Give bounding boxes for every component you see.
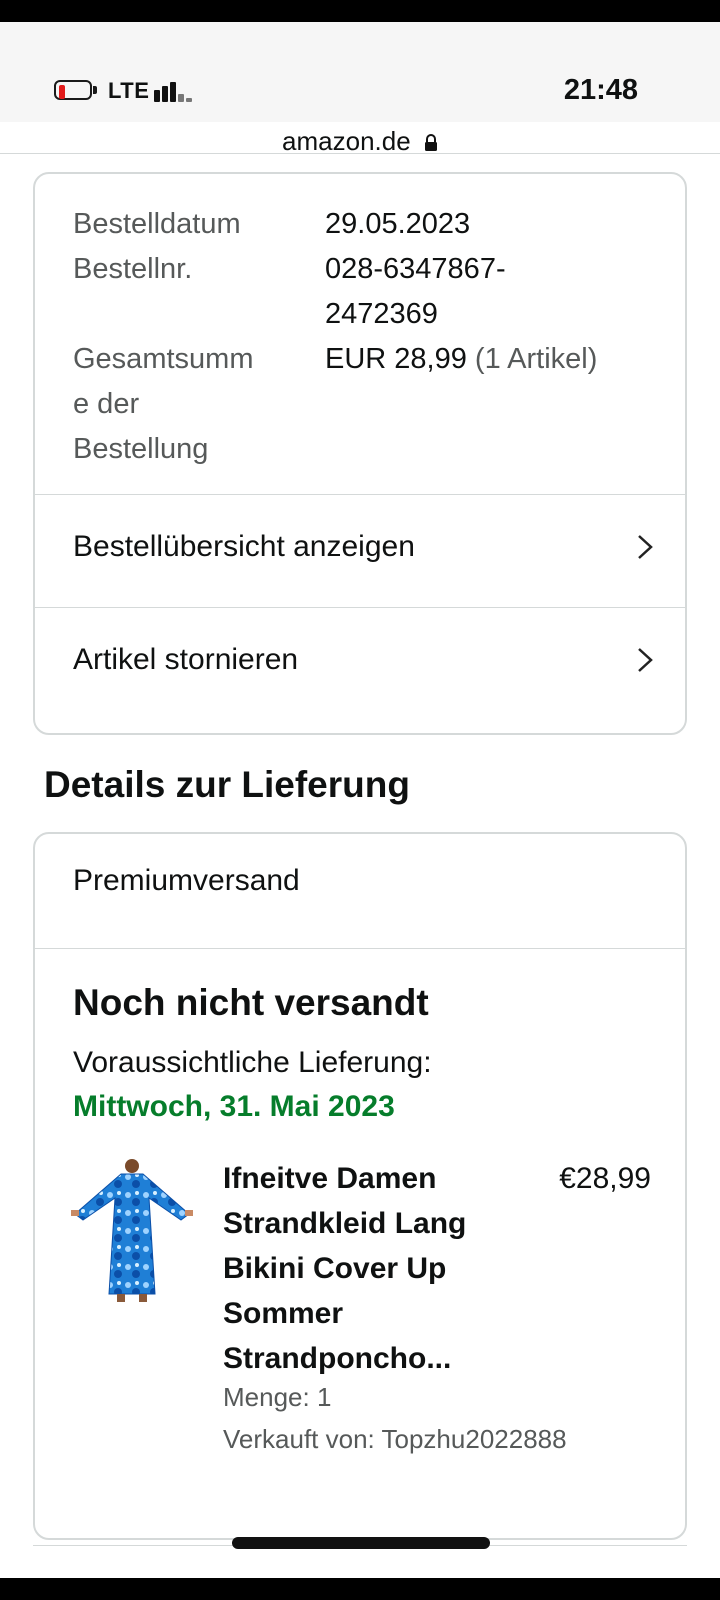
product-title-line: Strandkleid Lang xyxy=(223,1207,467,1240)
bottom-black-bar xyxy=(0,1578,720,1600)
shipment-status: Noch nicht versandt xyxy=(73,982,429,1023)
chevron-right-icon xyxy=(638,535,653,559)
order-number-value-line2: 2472369 xyxy=(325,298,438,330)
delivery-details-heading: Details zur Lieferung xyxy=(44,764,410,805)
chevron-right-icon xyxy=(638,648,653,672)
view-order-summary-label: Bestellübersicht anzeigen xyxy=(73,530,415,563)
network-type: LTE xyxy=(108,78,150,103)
order-summary-card: Bestelldatum 29.05.2023 Bestellnr. 028-6… xyxy=(33,172,687,735)
product-image[interactable] xyxy=(69,1154,195,1304)
product-title-line: Ifneitve Damen xyxy=(223,1162,437,1195)
url-text: amazon.de xyxy=(282,126,411,156)
status-bar: LTE 21:48 amazon.de xyxy=(0,22,720,156)
order-number-label: Bestellnr. xyxy=(73,253,193,285)
order-date-label: Bestelldatum xyxy=(73,208,241,240)
clock: 21:48 xyxy=(563,74,638,106)
status-divider xyxy=(0,153,720,154)
battery-low-icon xyxy=(54,80,98,102)
product-price: €28,99 xyxy=(559,1162,651,1195)
delivery-card: Premiumversand Noch nicht versandt Vorau… xyxy=(33,832,687,1540)
order-total-value: EUR 28,99 (1 Artikel) xyxy=(325,337,665,382)
estimated-delivery-label: Voraussichtliche Lieferung: xyxy=(73,1046,432,1079)
view-order-summary-link[interactable]: Bestellübersicht anzeigen xyxy=(35,495,685,607)
top-black-bar xyxy=(0,0,720,22)
estimated-delivery-date: Mittwoch, 31. Mai 2023 xyxy=(73,1090,395,1123)
product-title-link[interactable]: Ifneitve Damen Strandkleid Lang Bikini C… xyxy=(223,1156,523,1381)
product-quantity: Menge: 1 xyxy=(223,1382,332,1412)
cancel-items-label: Artikel stornieren xyxy=(73,643,299,676)
home-indicator[interactable] xyxy=(232,1537,490,1549)
order-total-label-line3: Bestellung xyxy=(73,433,209,465)
divider xyxy=(35,948,685,949)
order-total-amount: EUR 28,99 xyxy=(325,343,467,375)
order-total-item-count: (1 Artikel) xyxy=(474,343,598,375)
order-total-label-line1: Gesamtsumm xyxy=(73,343,254,375)
order-date-value: 29.05.2023 xyxy=(325,208,471,240)
cancel-items-link[interactable]: Artikel stornieren xyxy=(35,608,685,720)
product-title-line: Bikini Cover Up xyxy=(223,1252,447,1285)
product-title-line: Sommer xyxy=(223,1297,344,1330)
order-number-value-line1: 028-6347867- xyxy=(325,253,506,285)
product-seller: Verkauft von: Topzhu2022888 xyxy=(223,1424,567,1454)
signal-strength-icon xyxy=(154,82,194,102)
product-title-line: Strandponcho... xyxy=(223,1342,452,1375)
order-total-label-line2: e der xyxy=(73,388,140,420)
shipping-method: Premiumversand xyxy=(73,864,300,897)
